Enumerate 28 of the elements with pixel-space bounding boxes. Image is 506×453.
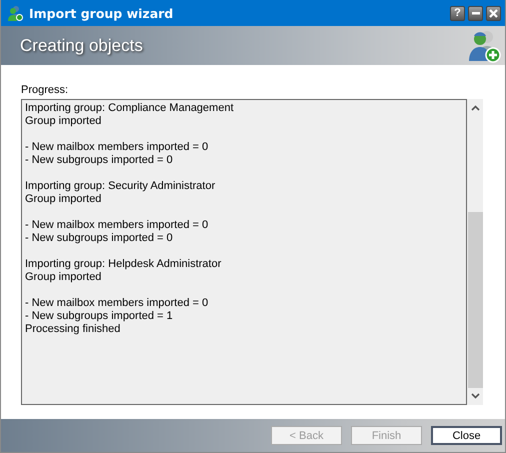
- progress-label: Progress:: [21, 84, 70, 96]
- scrollbar[interactable]: [467, 99, 483, 405]
- log-line: - New mailbox members imported = 0: [25, 141, 210, 154]
- log-line: - New mailbox members imported = 0: [25, 219, 210, 232]
- log-line: - New subgroups imported = 0: [25, 154, 174, 167]
- add-users-icon: [467, 28, 501, 62]
- log-line: Group imported: [25, 193, 102, 206]
- log-line: Group imported: [25, 271, 102, 284]
- log-line: Group imported: [25, 115, 102, 128]
- scroll-up-icon[interactable]: [470, 105, 480, 111]
- close-dialog-button[interactable]: Close: [431, 426, 502, 445]
- close-icon: [489, 8, 498, 18]
- log-line: Importing group: Helpdesk Administrator: [25, 258, 222, 271]
- close-button[interactable]: [486, 6, 501, 20]
- log-line: - New subgroups imported = 0: [25, 232, 174, 245]
- minimize-button[interactable]: [468, 6, 483, 20]
- log-line: - New mailbox members imported = 0: [25, 297, 210, 310]
- scroll-thumb[interactable]: [468, 212, 482, 388]
- scroll-down-icon[interactable]: [470, 393, 480, 399]
- minimize-icon: [472, 12, 480, 14]
- log-line: Importing group: Compliance Management: [25, 102, 235, 115]
- window-title: Import group wizard: [29, 6, 174, 20]
- log-line: Importing group: Security Administrator: [25, 180, 216, 193]
- log-line: Processing finished: [25, 323, 122, 336]
- help-button[interactable]: ?: [450, 6, 465, 20]
- page-title: Creating objects: [20, 36, 143, 56]
- log-line: - New subgroups imported = 1: [25, 310, 174, 323]
- users-icon: [7, 5, 23, 21]
